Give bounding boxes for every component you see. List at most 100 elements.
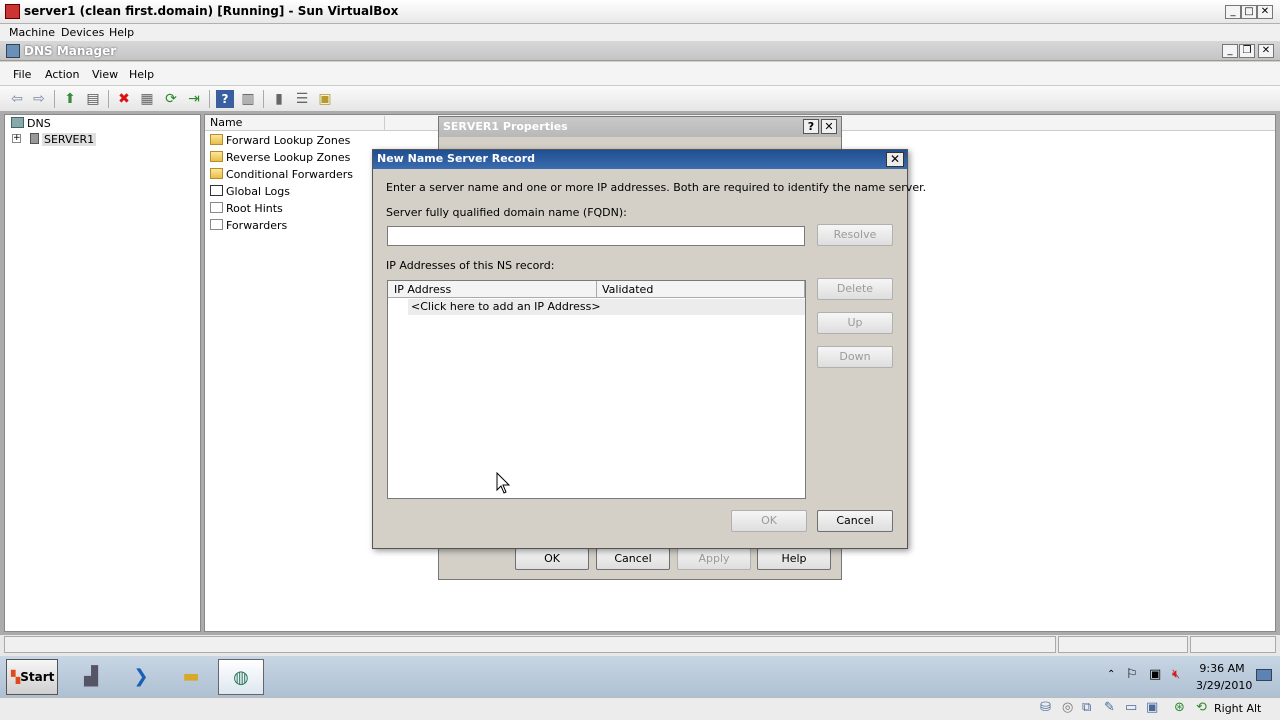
properties-cancel-button[interactable]: Cancel <box>596 548 670 570</box>
menu-action[interactable]: Action <box>45 68 79 81</box>
tree-item-server1[interactable]: SERVER1 <box>30 131 97 148</box>
host-menu-help[interactable]: Help <box>109 26 134 39</box>
list-item[interactable]: Reverse Lookup Zones <box>210 149 350 166</box>
new-zone-icon[interactable]: ▣ <box>316 90 334 108</box>
list-item[interactable]: Conditional Forwarders <box>210 166 353 183</box>
ip-addresses-label: IP Addresses of this NS record: <box>386 259 555 272</box>
list-item-label: Conditional Forwarders <box>226 168 354 181</box>
show-desktop-icon[interactable] <box>1256 669 1272 681</box>
fqdn-label: Server fully qualified domain name (FQDN… <box>386 206 627 219</box>
folder-icon <box>210 168 223 179</box>
host-close-button[interactable]: ✕ <box>1257 5 1273 19</box>
properties-help-text-button[interactable]: Help <box>757 548 831 570</box>
fqdn-input[interactable] <box>387 226 805 246</box>
document-icon <box>210 202 223 213</box>
list-item[interactable]: Global Logs <box>210 183 290 200</box>
forward-icon[interactable]: ⇨ <box>30 90 48 108</box>
explorer-icon[interactable]: ▬ <box>168 659 214 695</box>
properties-close-button[interactable]: ✕ <box>821 119 837 134</box>
properties-ok-button[interactable]: OK <box>515 548 589 570</box>
action-pane-icon[interactable]: ▥ <box>239 90 257 108</box>
dialog-cancel-button[interactable]: Cancel <box>817 510 893 532</box>
dns-manager-icon <box>6 44 20 58</box>
up-folder-icon[interactable]: ⬆ <box>61 90 79 108</box>
host-menu-devices[interactable]: Devices <box>61 26 104 39</box>
start-button[interactable]: ▚Start <box>6 659 58 695</box>
app-close-button[interactable]: ✕ <box>1258 44 1274 58</box>
tree-item-dns[interactable]: DNS <box>11 115 51 132</box>
resolve-button[interactable]: Resolve <box>817 224 893 246</box>
clock-time[interactable]: 9:36 AM <box>1196 662 1248 675</box>
dns-icon <box>11 117 24 128</box>
list-item[interactable]: Root Hints <box>210 200 283 217</box>
status-segment <box>1190 636 1276 653</box>
shared-folders-icon[interactable]: ▭ <box>1125 700 1137 715</box>
host-minimize-button[interactable]: _ <box>1225 5 1241 19</box>
dialog-close-button[interactable]: ✕ <box>886 152 904 167</box>
menu-view[interactable]: View <box>92 68 118 81</box>
up-button[interactable]: Up <box>817 312 893 334</box>
volume-muted-icon[interactable]: 🔇︎ <box>1172 667 1180 682</box>
tree-label-dns: DNS <box>27 117 51 130</box>
usb-icon[interactable]: ✎ <box>1104 700 1115 715</box>
delete-button[interactable]: Delete <box>817 278 893 300</box>
start-label: Start <box>20 670 55 684</box>
column-header-name[interactable]: Name <box>205 116 385 131</box>
network-adapter-icon[interactable]: ⧉ <box>1082 700 1091 715</box>
list-icon[interactable]: ☰ <box>293 90 311 108</box>
host-menu-machine[interactable]: Machine <box>9 26 55 39</box>
list-item-label: Reverse Lookup Zones <box>226 151 351 164</box>
dialog-title-bar: New Name Server Record <box>373 150 907 169</box>
host-key-label: Right Alt <box>1214 702 1262 715</box>
dialog-ok-button[interactable]: OK <box>731 510 807 532</box>
app-restore-button[interactable]: ❐ <box>1239 44 1255 58</box>
host-key-icon[interactable]: ⟲ <box>1196 700 1207 715</box>
help-icon[interactable]: ? <box>216 90 234 108</box>
show-hide-tree-icon[interactable]: ▤ <box>84 90 102 108</box>
add-ip-address-row[interactable]: <Click here to add an IP Address> <box>408 299 805 315</box>
properties-apply-button[interactable]: Apply <box>677 548 751 570</box>
dialog-title: New Name Server Record <box>377 152 536 165</box>
server-icon[interactable]: ▮ <box>270 90 288 108</box>
column-header-blank[interactable] <box>385 116 445 131</box>
menu-file[interactable]: File <box>13 68 31 81</box>
powershell-icon[interactable]: ❯ <box>118 659 164 695</box>
properties-help-button[interactable]: ? <box>803 119 819 134</box>
show-hidden-icons-icon[interactable]: ⌃ <box>1107 669 1115 680</box>
column-header-ip-address[interactable]: IP Address <box>394 283 451 296</box>
refresh-icon[interactable]: ⟳ <box>162 90 180 108</box>
back-icon[interactable]: ⇦ <box>8 90 26 108</box>
list-item[interactable]: Forwarders <box>210 217 287 234</box>
hard-disk-icon[interactable]: ⛁ <box>1040 700 1051 715</box>
delete-icon[interactable]: ✖ <box>115 90 133 108</box>
tree-pane <box>4 114 201 632</box>
down-button[interactable]: Down <box>817 346 893 368</box>
menu-help[interactable]: Help <box>129 68 154 81</box>
host-title: server1 (clean first.domain) [Running] -… <box>24 4 399 18</box>
app-minimize-button[interactable]: _ <box>1222 44 1238 58</box>
server-manager-icon[interactable]: ▟ <box>68 659 114 695</box>
host-maximize-button[interactable]: □ <box>1241 5 1257 19</box>
list-item[interactable]: Forward Lookup Zones <box>210 132 350 149</box>
display-icon[interactable]: ▣ <box>1146 700 1158 715</box>
document-icon <box>210 219 223 230</box>
export-list-icon[interactable]: ⇥ <box>185 90 203 108</box>
clock-date[interactable]: 3/29/2010 <box>1196 679 1252 692</box>
expand-icon[interactable]: + <box>12 134 21 143</box>
toolbar-separator <box>209 90 210 108</box>
mouse-pointer-icon <box>496 472 511 494</box>
mouse-integration-icon[interactable]: ⊛ <box>1174 700 1185 715</box>
server-icon <box>30 133 39 144</box>
network-icon[interactable]: ▣ <box>1149 667 1161 682</box>
instruction-text: Enter a server name and one or more IP a… <box>386 181 927 194</box>
properties-title-bar: SERVER1 Properties <box>439 117 841 137</box>
windows-logo-icon: ▚ <box>11 670 21 684</box>
cd-icon[interactable]: ◎ <box>1062 700 1073 715</box>
virtualbox-icon <box>5 4 20 19</box>
column-header-validated[interactable]: Validated <box>602 283 653 296</box>
properties-icon[interactable]: ▦ <box>138 90 156 108</box>
status-segment <box>1058 636 1188 653</box>
dns-manager-taskbar-icon[interactable]: ◍ <box>218 659 264 695</box>
action-center-flag-icon[interactable]: ⚐ <box>1126 667 1138 682</box>
log-icon <box>210 185 223 196</box>
